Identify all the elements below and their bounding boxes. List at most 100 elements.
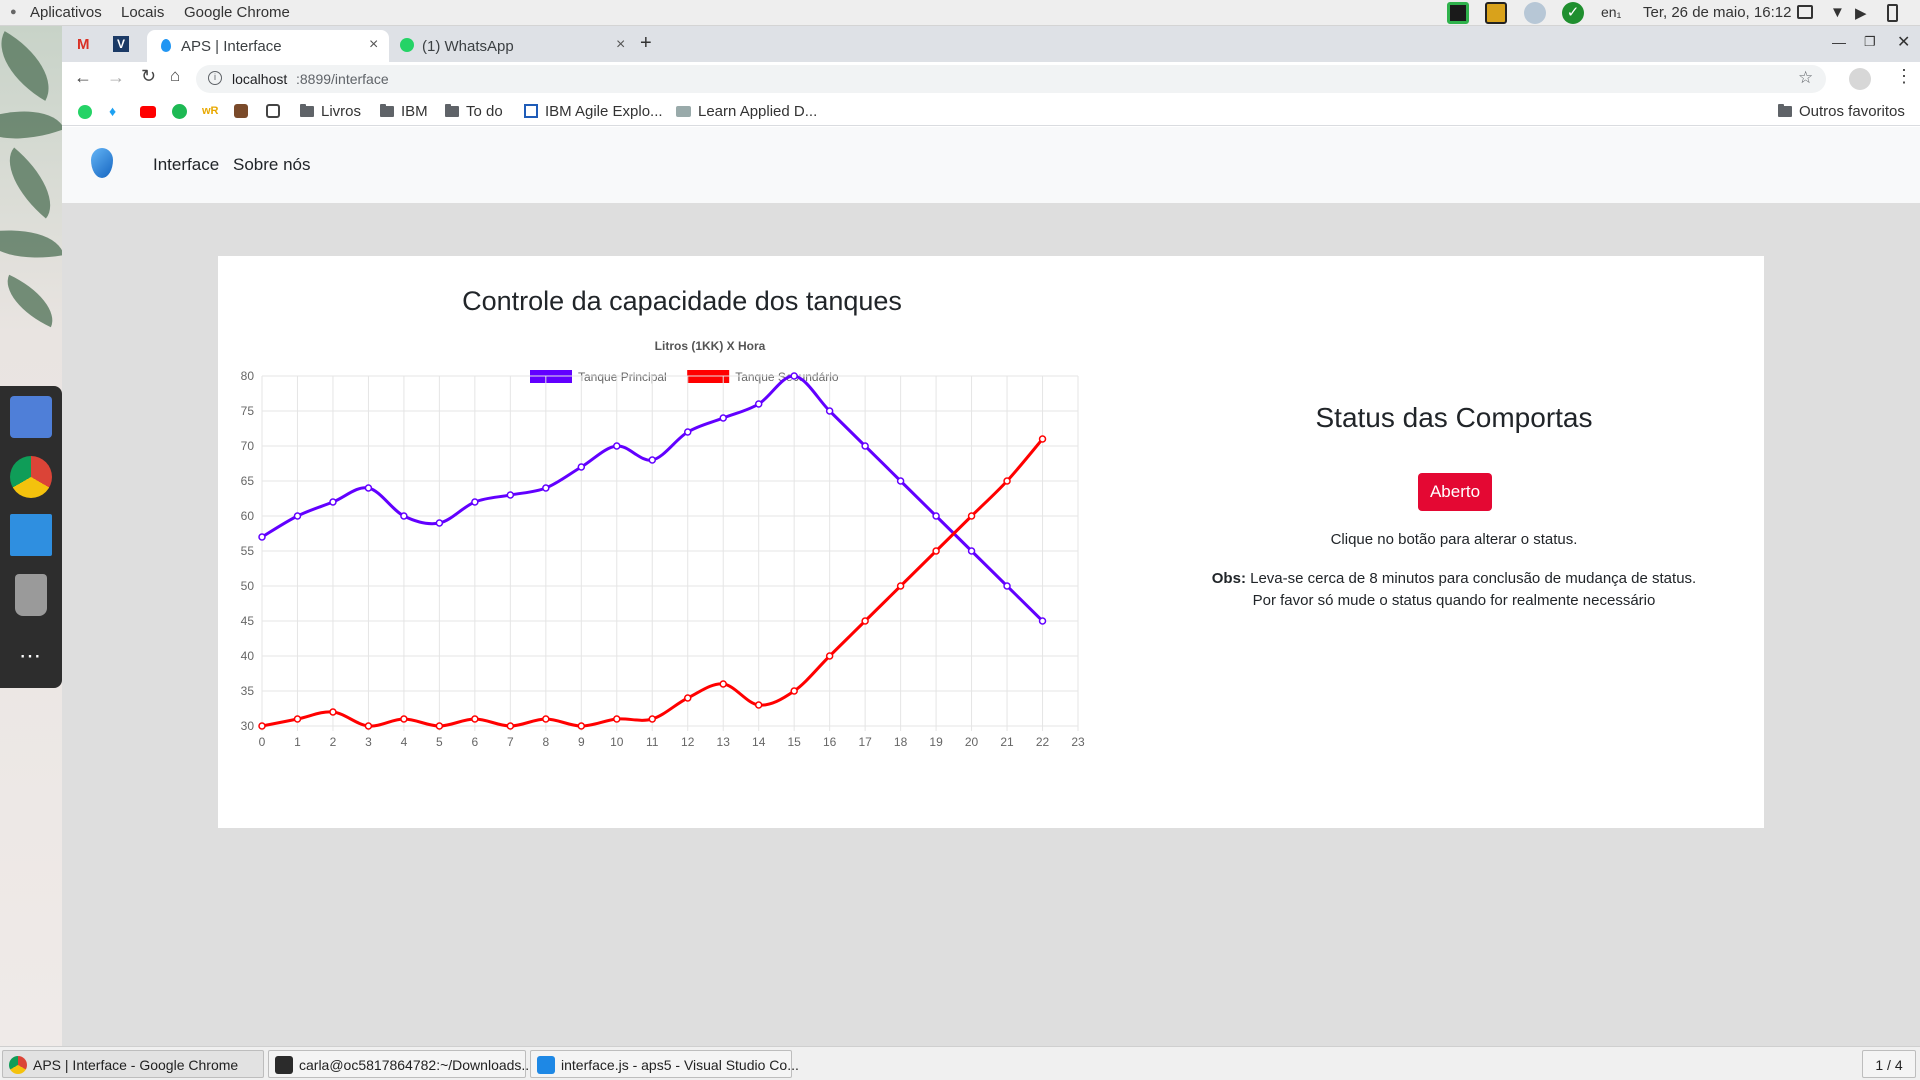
back-icon[interactable]: ← — [74, 67, 92, 88]
restore-icon[interactable]: ❐ — [1864, 34, 1876, 50]
y-tick-label: 70 — [241, 439, 255, 453]
app-menu[interactable]: Google Chrome — [184, 4, 290, 21]
x-tick-label: 10 — [610, 735, 624, 749]
vscode-icon — [537, 1056, 555, 1074]
bookmark-ibm[interactable]: IBM — [380, 103, 428, 120]
minimize-icon[interactable]: — — [1832, 34, 1846, 50]
chart-heading: Controle da capacidade dos tanques — [462, 286, 902, 316]
series-point — [542, 484, 550, 492]
shield-icon[interactable] — [1485, 2, 1507, 24]
x-tick-label: 23 — [1071, 735, 1085, 749]
x-tick-label: 0 — [259, 735, 266, 749]
series-point — [364, 722, 373, 730]
tab-strip: M V APS | Interface × (1) WhatsApp × + —… — [62, 26, 1920, 62]
y-tick-label: 30 — [241, 719, 255, 733]
url-path: :8899/interface — [296, 71, 389, 87]
bookmark-icon[interactable] — [266, 104, 280, 118]
x-tick-label: 13 — [717, 735, 731, 749]
folder-icon — [300, 104, 314, 117]
show-apps-icon[interactable]: ⋯ — [10, 636, 52, 678]
close-window-icon[interactable]: ✕ — [1897, 32, 1910, 52]
tab-whatsapp[interactable]: (1) WhatsApp × — [392, 30, 634, 62]
bookmark-ibm-agile[interactable]: IBM Agile Explo... — [524, 103, 663, 120]
other-bookmarks[interactable]: Outros favoritos — [1778, 103, 1905, 120]
battery-icon[interactable] — [1887, 4, 1898, 22]
youtube-bookmark-icon[interactable] — [140, 106, 156, 118]
task-chrome[interactable]: APS | Interface - Google Chrome — [2, 1050, 264, 1078]
y-tick-label: 40 — [241, 649, 255, 663]
chrome-icon[interactable] — [10, 456, 52, 498]
series-point — [683, 694, 692, 702]
x-tick-label: 18 — [894, 735, 908, 749]
gears-icon[interactable] — [1524, 2, 1546, 24]
series-point — [825, 407, 834, 415]
chrome-menu-icon[interactable]: ⋮ — [1895, 66, 1913, 87]
x-tick-label: 7 — [507, 735, 514, 749]
series-point — [1038, 435, 1047, 443]
series-point — [329, 498, 337, 506]
address-bar[interactable]: i localhost :8899/interface ☆ — [196, 65, 1826, 93]
bookmark-livros[interactable]: Livros — [300, 103, 361, 120]
tab-aps-interface[interactable]: APS | Interface × — [147, 30, 389, 62]
workspace-switcher[interactable]: 1 / 4 — [1862, 1050, 1916, 1078]
notifications-icon[interactable] — [1797, 5, 1813, 19]
bookmark-learn-applied[interactable]: Learn Applied D... — [676, 103, 817, 120]
series-point — [364, 484, 373, 492]
task-vscode[interactable]: interface.js - aps5 - Visual Studio Co..… — [530, 1050, 799, 1078]
new-tab-button[interactable]: + — [640, 32, 652, 55]
ibm-agile-icon — [524, 104, 538, 118]
nav-about-link[interactable]: Sobre nós — [233, 155, 311, 175]
x-tick-label: 4 — [401, 735, 408, 749]
applications-menu[interactable]: Aplicativos — [30, 4, 102, 21]
tank-capacity-chart: Litros (1KK) X HoraTanque Principal Tanqu… — [241, 339, 1085, 749]
volume-icon[interactable]: ▶ — [1855, 4, 1867, 22]
bookmark-todo[interactable]: To do — [445, 103, 503, 120]
check-icon[interactable]: ✓ — [1562, 2, 1584, 24]
status-observation: Obs: Leva-se cerca de 8 minutos para con… — [1154, 568, 1754, 612]
file-manager-icon[interactable] — [10, 396, 52, 438]
tab-close-icon[interactable]: × — [616, 36, 625, 54]
bookmark-icon[interactable] — [234, 104, 248, 118]
task-terminal[interactable]: carla@oc5817864782:~/Downloads... — [268, 1050, 533, 1078]
apps-menu-icon[interactable]: ● — [10, 6, 17, 18]
places-menu[interactable]: Locais — [121, 4, 164, 21]
whatsapp-bookmark-icon[interactable] — [78, 105, 92, 119]
series-point — [648, 456, 657, 464]
reload-icon[interactable]: ↻ — [141, 66, 156, 87]
droplet-logo-icon[interactable] — [91, 148, 113, 178]
clock[interactable]: Ter, 26 de maio, 16:12 — [1643, 4, 1791, 21]
x-tick-label: 19 — [929, 735, 943, 749]
forward-icon[interactable]: → — [107, 67, 125, 88]
y-tick-label: 75 — [241, 404, 255, 418]
trash-icon[interactable] — [15, 574, 47, 616]
x-tick-label: 9 — [578, 735, 585, 749]
series-point — [577, 463, 586, 471]
nav-interface-link[interactable]: Interface — [153, 155, 219, 175]
y-tick-label: 65 — [241, 474, 255, 488]
y-tick-label: 55 — [241, 544, 255, 558]
info-icon[interactable]: i — [208, 71, 222, 85]
x-tick-label: 15 — [787, 735, 801, 749]
folder-icon — [445, 104, 459, 117]
keyboard-layout-indicator[interactable]: en₁ — [1601, 4, 1621, 20]
home-icon[interactable]: ⌂ — [170, 66, 180, 86]
twitter-bookmark-icon[interactable]: ♦ — [109, 103, 116, 119]
spotify-bookmark-icon[interactable] — [172, 104, 187, 119]
tab-close-icon[interactable]: × — [369, 36, 378, 54]
x-tick-label: 20 — [965, 735, 979, 749]
gate-status-button[interactable]: Aberto — [1418, 473, 1492, 511]
ibm-app-icon[interactable] — [10, 514, 52, 556]
bookmark-star-icon[interactable]: ☆ — [1798, 68, 1813, 88]
tab-title: (1) WhatsApp — [422, 38, 514, 55]
y-tick-label: 80 — [241, 369, 255, 383]
tab-v[interactable]: V — [106, 30, 136, 62]
system-monitor-icon[interactable] — [1447, 2, 1469, 24]
tab-gmail[interactable]: M — [70, 30, 100, 62]
series-point — [825, 652, 834, 660]
profile-avatar[interactable] — [1849, 68, 1871, 90]
wifi-icon[interactable]: ▼ — [1830, 4, 1845, 21]
x-tick-label: 12 — [681, 735, 695, 749]
series-point — [613, 442, 621, 450]
series-point — [435, 519, 444, 527]
wr-bookmark-icon[interactable]: wR — [202, 105, 219, 117]
